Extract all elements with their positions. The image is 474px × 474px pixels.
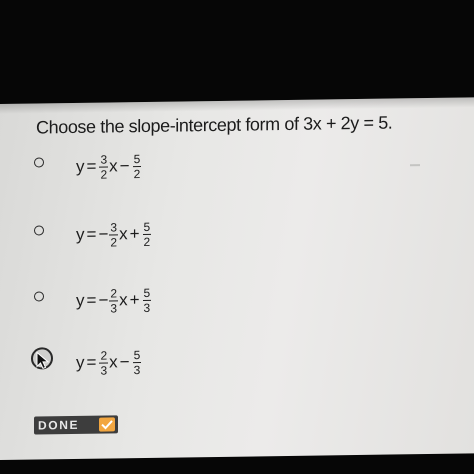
eq-variable: x bbox=[119, 224, 128, 244]
fraction-numerator: 5 bbox=[133, 151, 141, 166]
eq-sign: − bbox=[98, 224, 109, 244]
answer-option-1[interactable]: y = 3 2 x − 5 2 bbox=[34, 143, 334, 191]
intercept-fraction: 5 2 bbox=[142, 219, 152, 249]
mouse-pointer-icon bbox=[36, 351, 50, 370]
eq-sign: − bbox=[98, 290, 109, 310]
equation-3: y = − 2 3 x + 5 3 bbox=[76, 280, 152, 321]
slope-fraction: 3 2 bbox=[99, 152, 109, 182]
fraction-denominator: 2 bbox=[133, 166, 141, 181]
intercept-fraction: 5 2 bbox=[132, 151, 142, 181]
slope-fraction: 2 3 bbox=[99, 348, 109, 378]
fraction-numerator: 5 bbox=[143, 219, 151, 234]
check-icon bbox=[99, 417, 115, 432]
eq-variable: x bbox=[109, 156, 118, 176]
eq-equals: = bbox=[86, 156, 97, 176]
eq-equals: = bbox=[86, 290, 97, 310]
fraction-denominator: 3 bbox=[133, 362, 141, 377]
fraction-denominator: 3 bbox=[100, 363, 108, 378]
fraction-numerator: 5 bbox=[143, 285, 151, 300]
question-prompt: Choose the slope-intercept form of 3x + … bbox=[36, 112, 393, 138]
intercept-fraction: 5 3 bbox=[142, 285, 152, 315]
radio-button-3[interactable] bbox=[34, 291, 44, 302]
fraction-numerator: 3 bbox=[110, 219, 118, 234]
fraction-numerator: 2 bbox=[110, 285, 118, 300]
answer-option-2[interactable]: y = − 3 2 x + 5 2 bbox=[34, 211, 334, 259]
radio-button-4-selected[interactable] bbox=[31, 347, 53, 370]
question-panel: Choose the slope-intercept form of 3x + … bbox=[0, 97, 474, 460]
answer-option-3[interactable]: y = − 2 3 x + 5 3 bbox=[34, 277, 334, 325]
fraction-denominator: 2 bbox=[100, 167, 108, 182]
fraction-numerator: 2 bbox=[100, 348, 108, 363]
radio-button-2[interactable] bbox=[34, 225, 44, 236]
intercept-fraction: 5 3 bbox=[132, 347, 142, 377]
eq-lhs: y bbox=[76, 224, 85, 244]
panel-top-shadow bbox=[0, 97, 474, 114]
smudge-mark bbox=[410, 164, 420, 167]
equation-1: y = 3 2 x − 5 2 bbox=[76, 146, 142, 187]
fraction-denominator: 3 bbox=[143, 300, 151, 315]
fraction-denominator: 2 bbox=[143, 234, 151, 249]
slope-fraction: 2 3 bbox=[109, 285, 119, 315]
eq-variable: x bbox=[119, 290, 128, 310]
eq-operator: − bbox=[119, 156, 130, 176]
done-button-label: DONE bbox=[38, 417, 80, 433]
fraction-denominator: 3 bbox=[110, 300, 118, 315]
fraction-numerator: 3 bbox=[100, 152, 108, 167]
slope-fraction: 3 2 bbox=[109, 219, 119, 249]
eq-lhs: y bbox=[76, 352, 85, 372]
fraction-numerator: 5 bbox=[133, 347, 141, 362]
eq-lhs: y bbox=[76, 156, 85, 176]
screen: Choose the slope-intercept form of 3x + … bbox=[0, 0, 474, 474]
eq-lhs: y bbox=[76, 290, 85, 310]
done-button[interactable]: DONE bbox=[34, 415, 118, 435]
eq-operator: − bbox=[119, 352, 130, 372]
equation-4: y = 2 3 x − 5 3 bbox=[76, 342, 142, 383]
eq-variable: x bbox=[109, 352, 118, 372]
equation-2: y = − 3 2 x + 5 2 bbox=[76, 214, 152, 255]
eq-operator: + bbox=[129, 224, 140, 244]
eq-operator: + bbox=[129, 290, 140, 310]
answer-option-4[interactable]: y = 2 3 x − 5 3 bbox=[31, 339, 334, 387]
fraction-denominator: 2 bbox=[110, 234, 118, 249]
radio-button-1[interactable] bbox=[34, 157, 44, 168]
eq-equals: = bbox=[86, 352, 97, 372]
eq-equals: = bbox=[86, 224, 97, 244]
